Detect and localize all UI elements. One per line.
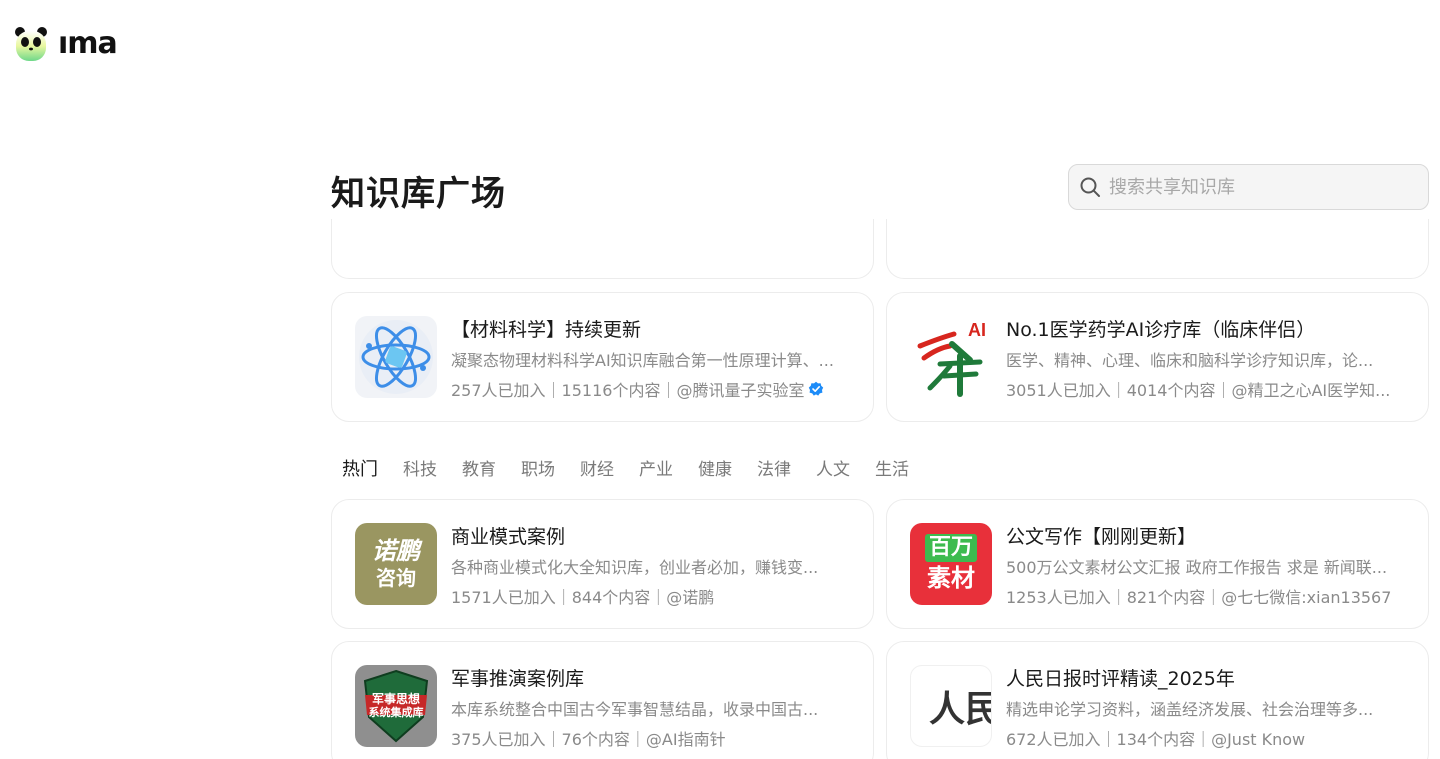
card-meta: 3051人已加入｜4014个内容｜@精卫之心AI医学知... [1006,377,1411,401]
tab-finance[interactable]: 财经 [580,455,614,481]
kb-card-official-writing[interactable]: 百万 素材 公文写作【刚刚更新】 500万公文素材公文汇报 政府工作报告 求是 … [886,499,1429,629]
logo-text-line2: 系统集成库 [368,706,424,719]
card-meta: 1571人已加入｜844个内容｜@诺鹏 [451,584,856,608]
app-logo[interactable]: ıma [14,26,118,62]
medical-ai-logo: AI [910,316,992,398]
atom-icon [355,316,437,398]
card-meta-text: 1571人已加入｜844个内容｜@诺鹏 [451,588,715,607]
card-meta: 1253人已加入｜821个内容｜@七七微信:xian13567 [1006,584,1411,608]
card-title: 公文写作【刚刚更新】 [1006,526,1197,548]
card-meta: 375人已加入｜76个内容｜@AI指南针 [451,726,856,750]
card-description: 医学、精神、心理、临床和脑科学诊疗知识库，论... [1006,351,1374,370]
tab-hot[interactable]: 热门 [342,455,378,481]
scrolled-card-right[interactable] [886,219,1429,279]
page-title: 知识库广场 [331,174,506,214]
logo-text-line2: 咨询 [376,566,416,590]
tab-education[interactable]: 教育 [462,455,496,481]
card-title: 人民日报时评精读_2025年 [1006,668,1235,690]
card-title: 军事推演案例库 [451,668,585,690]
tab-career[interactable]: 职场 [521,455,555,481]
category-tabs: 热门 科技 教育 职场 财经 产业 健康 法律 人文 生活 [342,455,934,481]
kb-card-military[interactable]: 军事思想 系统集成库 军事推演案例库 本库系统整合中国古今军事智慧结晶，收录中国… [331,641,874,759]
search-icon [1080,177,1100,197]
card-meta: 672人已加入｜134个内容｜@Just Know [1006,726,1411,750]
card-meta-text: 672人已加入｜134个内容｜@Just Know [1006,730,1306,749]
logo-ai-text: AI [968,320,986,340]
card-meta-text: 375人已加入｜76个内容｜@AI指南针 [451,730,726,749]
featured-card-medical[interactable]: AI No.1医学药学AI诊疗库（临床伴侣） 医学、精神、心理、临床和脑科学诊疗… [886,292,1429,422]
kb-card-peoples-daily[interactable]: 人民 人民日报时评精读_2025年 精选申论学习资料，涵盖经济发展、社会治理等多… [886,641,1429,759]
card-meta-text: 3051人已加入｜4014个内容｜@精卫之心AI医学知... [1006,381,1391,400]
tab-health[interactable]: 健康 [698,455,732,481]
search-input[interactable] [1109,176,1409,198]
scrolled-card-left[interactable] [331,219,874,279]
card-description: 本库系统整合中国古今军事智慧结晶，收录中国古... [451,700,819,719]
peoples-daily-logo: 人民 [910,665,992,747]
search-box[interactable] [1068,164,1429,210]
tab-industry[interactable]: 产业 [639,455,673,481]
card-meta: 257人已加入｜15116个内容｜@腾讯量子实验室 [451,377,856,401]
card-title: 商业模式案例 [451,526,566,548]
tab-law[interactable]: 法律 [757,455,791,481]
card-description: 500万公文素材公文汇报 政府工作报告 求是 新闻联... [1006,558,1388,577]
kb-card-business-models[interactable]: 诺鹏 咨询 商业模式案例 各种商业模式化大全知识库，创业者必加，赚钱变... 1… [331,499,874,629]
tab-tech[interactable]: 科技 [403,455,437,481]
tab-life[interactable]: 生活 [875,455,909,481]
logo-wordmark: ıma [58,26,118,61]
verified-badge-icon [809,381,824,396]
panda-logo-icon [15,27,47,61]
tab-humanities[interactable]: 人文 [816,455,850,481]
card-description: 凝聚态物理材料科学AI知识库融合第一性原理计算、... [451,351,834,370]
logo-text-line2: 素材 [927,564,975,592]
logo-text-line1: 军事思想 [371,692,420,706]
military-shield-logo: 军事思想 系统集成库 [355,665,437,747]
card-title: No.1医学药学AI诊疗库（临床伴侣） [1006,319,1316,341]
nuopeng-logo: 诺鹏 咨询 [355,523,437,605]
card-description: 各种商业模式化大全知识库，创业者必加，赚钱变... [451,558,819,577]
million-materials-logo: 百万 素材 [910,523,992,605]
card-title: 【材料科学】持续更新 [451,319,642,341]
card-meta-text: 257人已加入｜15116个内容｜@腾讯量子实验室 [451,381,805,400]
logo-text-line1: 百万 [924,534,977,562]
card-description: 精选申论学习资料，涵盖经济发展、社会治理等多... [1006,700,1374,719]
card-meta-text: 1253人已加入｜821个内容｜@七七微信:xian13567 [1006,588,1392,607]
logo-text-line1: 人民 [929,689,991,730]
logo-text-line1: 诺鹏 [372,537,420,565]
featured-card-materials[interactable]: 【材料科学】持续更新 凝聚态物理材料科学AI知识库融合第一性原理计算、... 2… [331,292,874,422]
